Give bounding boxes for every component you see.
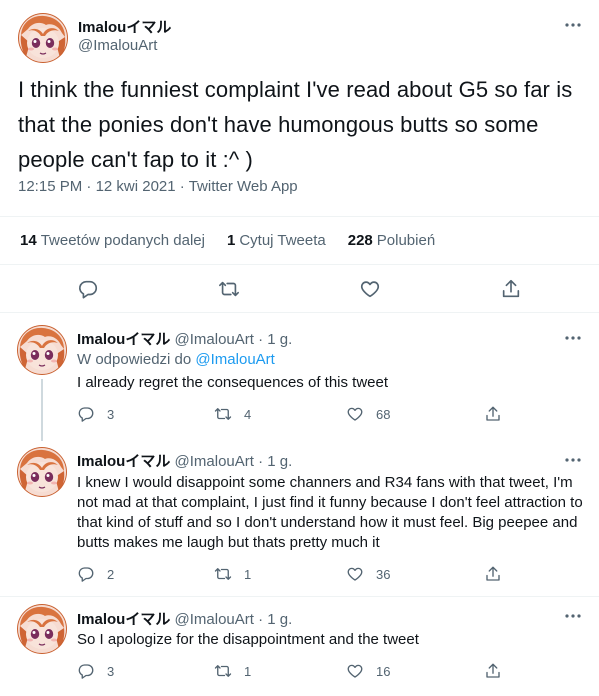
like-action[interactable]: 16 <box>346 662 390 680</box>
tweet-time[interactable]: 12:15 PM <box>18 178 82 195</box>
thread-line <box>41 379 43 435</box>
like-action[interactable]: 36 <box>346 565 390 583</box>
share-action[interactable] <box>484 662 514 680</box>
share-icon <box>484 565 502 583</box>
reply-age[interactable]: 1 g. <box>267 453 292 470</box>
share-icon <box>484 662 502 680</box>
retweet-icon[interactable] <box>218 278 240 300</box>
share-action[interactable] <box>484 405 514 423</box>
author-handle[interactable]: @ImalouArt <box>78 37 157 54</box>
quotes-stat[interactable]: 1 Cytuj Tweeta <box>227 232 326 249</box>
reply-tweet[interactable]: Imalouイマル @ImalouArt · 1 g. W odpowiedzi… <box>0 313 599 435</box>
reply-text: I knew I would disappoint some channers … <box>77 474 583 551</box>
reply-text: I already regret the consequences of thi… <box>77 374 389 391</box>
retweet-action[interactable]: 4 <box>214 405 251 423</box>
reply-action[interactable]: 2 <box>77 565 114 583</box>
reply-author-handle[interactable]: @ImalouArt <box>175 331 254 348</box>
share-action[interactable] <box>484 565 514 583</box>
like-icon <box>346 565 364 583</box>
retweet-action[interactable]: 1 <box>214 662 251 680</box>
reply-header: Imalouイマル @ImalouArt · 1 g. <box>77 608 292 629</box>
more-options-icon[interactable] <box>563 331 583 345</box>
reply-header: Imalouイマル @ImalouArt · 1 g. <box>77 450 292 471</box>
replying-to: W odpowiedzi do @ImalouArt <box>77 351 275 368</box>
reply-age[interactable]: 1 g. <box>267 331 292 348</box>
retweet-icon <box>214 405 232 423</box>
tweet-meta: 12:15 PM · 12 kwi 2021 · Twitter Web App <box>18 178 298 195</box>
avatar-image <box>18 13 68 63</box>
likes-stat[interactable]: 228 Polubień <box>348 232 435 249</box>
reply-icon[interactable] <box>77 278 99 300</box>
like-icon <box>346 405 364 423</box>
tweet-stats: 14 Tweetów podanych dalej 1 Cytuj Tweeta 2… <box>20 232 435 249</box>
author-name[interactable]: Imalouイマル <box>78 16 171 37</box>
tweet-source[interactable]: Twitter Web App <box>189 178 298 195</box>
reply-action[interactable]: 3 <box>77 662 114 680</box>
divider <box>0 264 599 265</box>
reply-age[interactable]: 1 g. <box>267 611 292 628</box>
reply-separator: · <box>258 611 264 628</box>
reply-icon <box>77 662 95 680</box>
like-action[interactable]: 68 <box>346 405 390 423</box>
retweet-icon <box>214 565 232 583</box>
share-icon[interactable] <box>500 278 522 300</box>
author-avatar[interactable] <box>18 13 68 63</box>
reply-author-name[interactable]: Imalouイマル <box>77 331 170 348</box>
reply-tweet[interactable]: Imalouイマル @ImalouArt · 1 g. I knew I wou… <box>0 433 599 595</box>
tweet-text: I think the funniest complaint I've read… <box>18 77 573 172</box>
reply-author-handle[interactable]: @ImalouArt <box>175 611 254 628</box>
reply-action[interactable]: 3 <box>77 405 114 423</box>
reply-avatar[interactable] <box>17 325 67 375</box>
reply-avatar[interactable] <box>17 604 67 654</box>
retweet-action[interactable]: 1 <box>214 565 251 583</box>
reply-author-handle[interactable]: @ImalouArt <box>175 453 254 470</box>
more-options-icon[interactable] <box>563 18 583 32</box>
more-options-icon[interactable] <box>563 609 583 623</box>
reply-text: So I apologize for the disappointment an… <box>77 631 419 648</box>
more-options-icon[interactable] <box>563 453 583 467</box>
reply-separator: · <box>258 453 264 470</box>
retweet-icon <box>214 662 232 680</box>
reply-avatar[interactable] <box>17 447 67 497</box>
divider <box>0 216 599 217</box>
meta-separator: · <box>179 178 185 195</box>
retweets-stat[interactable]: 14 Tweetów podanych dalej <box>20 232 205 249</box>
reply-separator: · <box>258 331 264 348</box>
like-icon[interactable] <box>359 278 381 300</box>
share-icon <box>484 405 502 423</box>
replying-to-handle[interactable]: @ImalouArt <box>195 351 274 368</box>
reply-author-name[interactable]: Imalouイマル <box>77 453 170 470</box>
meta-separator: · <box>86 178 92 195</box>
reply-icon <box>77 565 95 583</box>
reply-tweet[interactable]: Imalouイマル @ImalouArt · 1 g. So I apologi… <box>0 597 599 696</box>
reply-icon <box>77 405 95 423</box>
tweet-date[interactable]: 12 kwi 2021 <box>96 178 176 195</box>
reply-header: Imalouイマル @ImalouArt · 1 g. <box>77 328 292 349</box>
like-icon <box>346 662 364 680</box>
thread-line <box>41 433 43 441</box>
reply-author-name[interactable]: Imalouイマル <box>77 611 170 628</box>
